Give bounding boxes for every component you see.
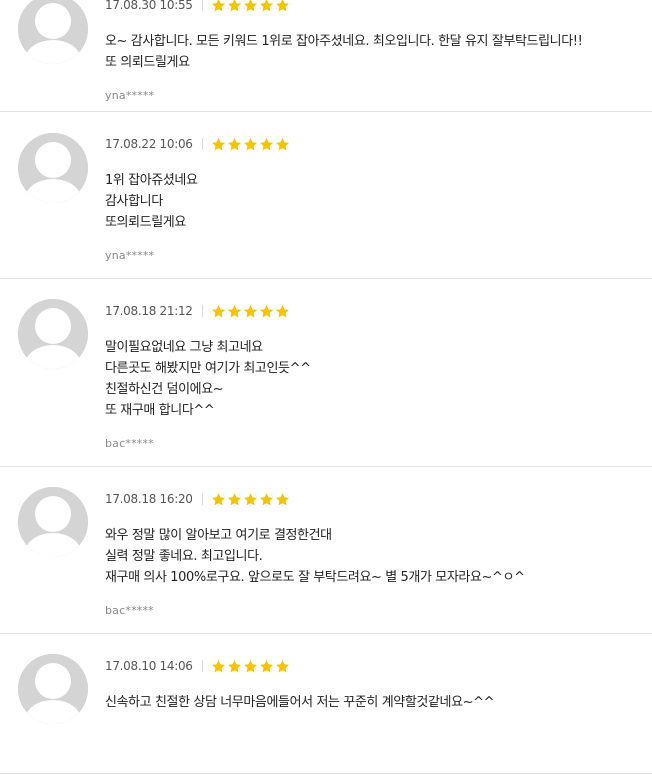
rating-stars — [211, 659, 290, 674]
review-text-line: 와우 정말 많이 알아보고 여기로 결정한건대 — [105, 528, 332, 543]
review-content: 17.08.18 16:20 와우 정말 많이 알아보고 여기로 결정한건대실력 … — [105, 489, 642, 617]
review-author: bac***** — [105, 437, 154, 450]
review-text: 오~ 감사합니다. 모든 키워드 1위로 잡아주셨네요. 최오입니다. 한달 유… — [105, 31, 642, 73]
star-icon — [259, 492, 274, 507]
star-icon — [211, 659, 226, 674]
review-text-line: 감사합니다 — [105, 194, 163, 209]
default-user-avatar-icon — [18, 133, 88, 203]
review-meta: 17.08.30 10:55 — [105, 0, 642, 15]
star-icon — [259, 304, 274, 319]
review-author: yna***** — [105, 89, 155, 102]
review-content: 17.08.10 14:06 신속하고 친절한 상담 너무마음에들어서 저는 꾸준… — [105, 656, 642, 713]
avatar — [18, 654, 88, 724]
rating-stars — [211, 137, 290, 152]
review-text-line: 또 재구매 합니다^^ — [105, 403, 215, 418]
review-text-line: 신속하고 친절한 상담 너무마음에들어서 저는 꾸준히 계약할것같네요~^^ — [105, 695, 495, 710]
star-icon — [275, 304, 290, 319]
divider — [201, 660, 203, 672]
avatar — [18, 0, 88, 64]
star-icon — [227, 492, 242, 507]
avatar — [18, 487, 88, 557]
avatar — [18, 133, 88, 203]
review-list: 17.08.30 10:55 오~ 감사합니다. 모든 키워드 1위로 잡아주셨네… — [0, 0, 652, 774]
star-icon — [259, 659, 274, 674]
star-icon — [275, 659, 290, 674]
review-text-line: 재구매 의사 100%로구요. 앞으로도 잘 부탁드려요~ 별 5개가 모자라요… — [105, 570, 525, 585]
review-content: 17.08.30 10:55 오~ 감사합니다. 모든 키워드 1위로 잡아주셨네… — [105, 0, 642, 102]
review-date: 17.08.10 14:06 — [105, 659, 193, 673]
divider — [201, 0, 203, 11]
review-date: 17.08.30 10:55 — [105, 0, 193, 12]
review-text-line: 말이필요없네요 그냥 최고네요 — [105, 340, 263, 355]
review-text: 말이필요없네요 그냥 최고네요다른곳도 해봤지만 여기가 최고인듯^^ 친절하신건… — [105, 337, 642, 421]
review-date: 17.08.22 10:06 — [105, 137, 193, 151]
review-text-line: 1위 잡아쥬셨네요 — [105, 173, 198, 188]
star-icon — [227, 137, 242, 152]
review-meta: 17.08.10 14:06 — [105, 656, 642, 676]
review-author: bac***** — [105, 604, 154, 617]
star-icon — [275, 137, 290, 152]
review-content: 17.08.18 21:12 말이필요없네요 그냥 최고네요다른곳도 해봤지만 여… — [105, 301, 642, 450]
star-icon — [243, 492, 258, 507]
review-text: 1위 잡아쥬셨네요감사합니다또의뢰드릴게요 — [105, 170, 642, 233]
review-text-line: 또의뢰드릴게요 — [105, 215, 186, 230]
review-meta: 17.08.18 21:12 — [105, 301, 642, 321]
star-icon — [243, 0, 258, 13]
review-author: yna***** — [105, 249, 155, 262]
review-text: 신속하고 친절한 상담 너무마음에들어서 저는 꾸준히 계약할것같네요~^^ — [105, 692, 642, 713]
star-icon — [275, 492, 290, 507]
star-icon — [211, 137, 226, 152]
star-icon — [275, 0, 290, 13]
review-text-line: 친절하신건 덤이에요~ — [105, 382, 224, 397]
star-icon — [227, 659, 242, 674]
star-icon — [243, 659, 258, 674]
default-user-avatar-icon — [18, 487, 88, 557]
review-item: 17.08.30 10:55 오~ 감사합니다. 모든 키워드 1위로 잡아주셨네… — [0, 0, 652, 112]
star-icon — [211, 304, 226, 319]
divider — [201, 138, 203, 150]
star-icon — [227, 0, 242, 13]
review-text-line: 다른곳도 해봤지만 여기가 최고인듯^^ — [105, 361, 311, 376]
star-icon — [259, 0, 274, 13]
divider — [201, 305, 203, 317]
star-icon — [243, 137, 258, 152]
review-item: 17.08.18 16:20 와우 정말 많이 알아보고 여기로 결정한건대실력 … — [0, 467, 652, 634]
star-icon — [243, 304, 258, 319]
divider — [201, 493, 203, 505]
default-user-avatar-icon — [18, 654, 88, 724]
rating-stars — [211, 304, 290, 319]
rating-stars — [211, 492, 290, 507]
review-meta: 17.08.22 10:06 — [105, 134, 642, 154]
avatar — [18, 299, 88, 369]
review-date: 17.08.18 16:20 — [105, 492, 193, 506]
star-icon — [227, 304, 242, 319]
review-meta: 17.08.18 16:20 — [105, 489, 642, 509]
default-user-avatar-icon — [18, 0, 88, 64]
review-text-line: 또 의뢰드릴게요 — [105, 55, 190, 70]
review-content: 17.08.22 10:06 1위 잡아쥬셨네요감사합니다또의뢰드릴게요 yna**… — [105, 134, 642, 262]
review-item: 17.08.18 21:12 말이필요없네요 그냥 최고네요다른곳도 해봤지만 여… — [0, 279, 652, 467]
star-icon — [259, 137, 274, 152]
review-item: 17.08.22 10:06 1위 잡아쥬셨네요감사합니다또의뢰드릴게요 yna**… — [0, 112, 652, 279]
default-user-avatar-icon — [18, 299, 88, 369]
star-icon — [211, 492, 226, 507]
review-item: 17.08.10 14:06 신속하고 친절한 상담 너무마음에들어서 저는 꾸준… — [0, 634, 652, 774]
review-date: 17.08.18 21:12 — [105, 304, 193, 318]
review-text: 와우 정말 많이 알아보고 여기로 결정한건대실력 정말 좋네요. 최고입니다.… — [105, 525, 642, 588]
rating-stars — [211, 0, 290, 13]
star-icon — [211, 0, 226, 13]
review-text-line: 실력 정말 좋네요. 최고입니다. — [105, 549, 263, 564]
review-text-line: 오~ 감사합니다. 모든 키워드 1위로 잡아주셨네요. 최오입니다. 한달 유… — [105, 34, 583, 49]
